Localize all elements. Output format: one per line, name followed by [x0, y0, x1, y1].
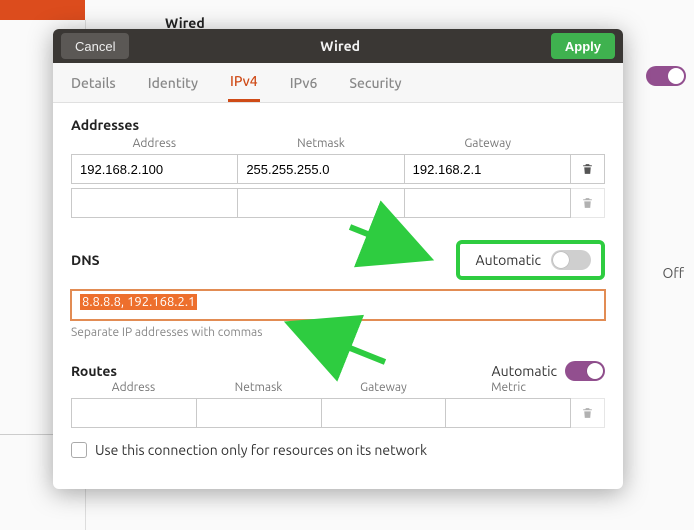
bg-line [0, 434, 55, 435]
addresses-header: Address Netmask Gateway [71, 137, 605, 150]
route-address-input[interactable] [71, 398, 197, 428]
route-metric-input[interactable] [446, 398, 571, 428]
gateway-input[interactable] [405, 188, 571, 218]
address-input[interactable] [71, 188, 238, 218]
gateway-input[interactable] [405, 154, 571, 184]
routes-title: Routes [71, 363, 117, 379]
delete-route-button [571, 398, 605, 428]
bg-wired-toggle[interactable] [646, 66, 686, 86]
cancel-button[interactable]: Cancel [61, 33, 129, 59]
bg-label-off: Off [662, 265, 684, 281]
bg-toggle-wrap [646, 66, 686, 86]
tab-ipv4[interactable]: IPv4 [228, 63, 260, 102]
dns-automatic-toggle[interactable] [551, 250, 591, 270]
tab-ipv6[interactable]: IPv6 [288, 65, 320, 101]
routes-header-row: Routes Automatic [71, 361, 605, 381]
route-netmask-input[interactable] [197, 398, 322, 428]
col-netmask: Netmask [238, 137, 405, 150]
routes-automatic-label: Automatic [492, 363, 557, 379]
dns-automatic-label: Automatic [476, 252, 541, 268]
dns-title: DNS [71, 252, 100, 268]
col-gateway: Gateway [321, 381, 446, 394]
netmask-input[interactable] [238, 188, 404, 218]
dns-servers-value: 8.8.8.8, 192.168.2.1 [80, 294, 197, 310]
apply-button[interactable]: Apply [551, 33, 615, 59]
only-resources-label: Use this connection only for resources o… [95, 442, 427, 458]
trash-icon [581, 196, 594, 210]
trash-icon [581, 406, 594, 420]
col-netmask: Netmask [196, 381, 321, 394]
only-resources-row: Use this connection only for resources o… [71, 442, 605, 458]
bg-accent-block [0, 0, 85, 20]
address-input[interactable] [71, 154, 238, 184]
col-metric: Metric [446, 381, 571, 394]
address-row [71, 188, 605, 218]
only-resources-checkbox[interactable] [71, 442, 87, 458]
routes-auto-group: Automatic [492, 361, 605, 381]
dialog-title: Wired [320, 38, 360, 54]
trash-icon [581, 162, 594, 176]
address-row [71, 154, 605, 184]
addresses-title: Addresses [71, 117, 605, 133]
netmask-input[interactable] [238, 154, 404, 184]
ipv4-panel: Addresses Address Netmask Gateway DNS [53, 103, 623, 489]
wired-settings-dialog: Cancel Wired Apply Details Identity IPv4… [53, 29, 623, 489]
tab-details[interactable]: Details [69, 65, 118, 101]
routes-automatic-toggle[interactable] [565, 361, 605, 381]
routes-header: Address Netmask Gateway Metric [71, 381, 605, 394]
annotation-box: Automatic [456, 240, 605, 280]
delete-row-button [571, 188, 605, 218]
col-address: Address [71, 381, 196, 394]
delete-row-button[interactable] [571, 154, 605, 184]
tab-bar: Details Identity IPv4 IPv6 Security [53, 63, 623, 103]
dns-servers-input[interactable]: 8.8.8.8, 192.168.2.1 [71, 290, 605, 320]
titlebar: Cancel Wired Apply [53, 29, 623, 63]
col-gateway: Gateway [404, 137, 571, 150]
dns-hint: Separate IP addresses with commas [71, 326, 605, 339]
dns-header-row: DNS Automatic [71, 240, 605, 280]
tab-security[interactable]: Security [347, 65, 403, 101]
col-address: Address [71, 137, 238, 150]
route-gateway-input[interactable] [322, 398, 447, 428]
route-row [71, 398, 605, 428]
tab-identity[interactable]: Identity [146, 65, 200, 101]
